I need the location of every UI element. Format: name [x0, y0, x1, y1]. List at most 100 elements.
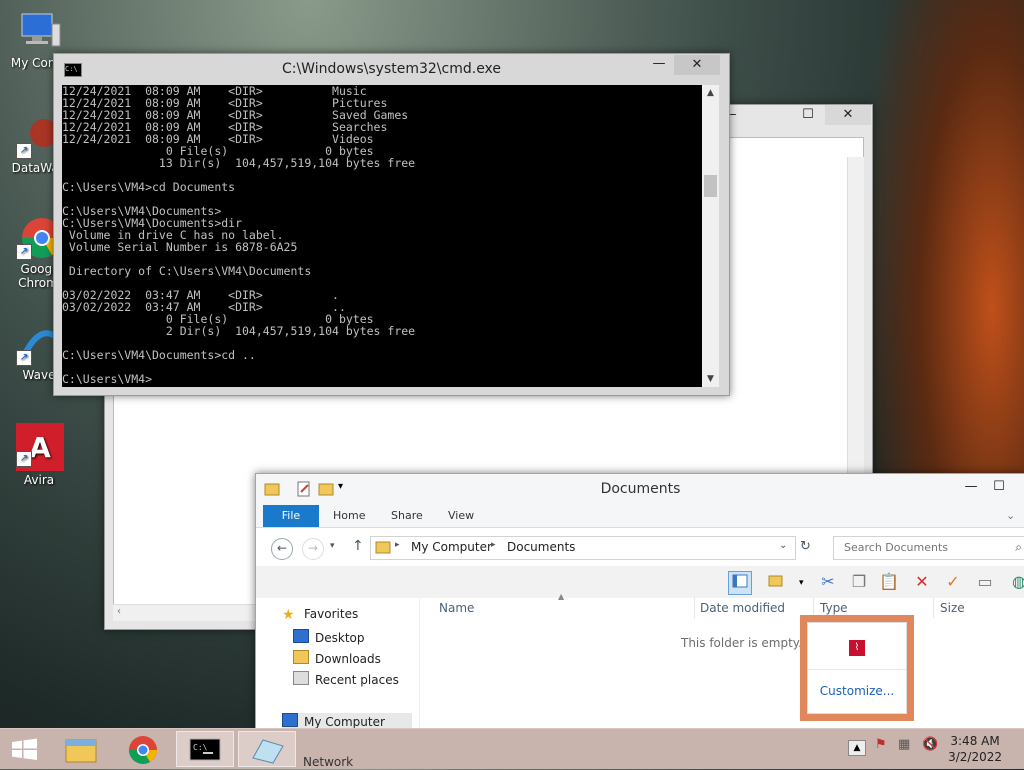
nav-desktop[interactable]: Desktop: [293, 629, 365, 645]
cmd-window[interactable]: C:\ C:\Windows\system32\cmd.exe — ✕ 12/2…: [53, 53, 730, 396]
address-dropdown-icon[interactable]: ⌄: [779, 540, 787, 551]
paste-icon[interactable]: 📋: [878, 571, 900, 593]
properties-icon[interactable]: ▭: [974, 571, 996, 593]
column-divider[interactable]: [933, 598, 934, 618]
cmd-icon: C:\: [189, 738, 221, 761]
forward-button[interactable]: →: [302, 538, 324, 560]
explorer-titlebar: ▾ Documents — ☐: [256, 474, 1024, 504]
tab-file[interactable]: File: [263, 505, 319, 527]
network-status-icon[interactable]: ▦: [898, 737, 910, 752]
tab-share[interactable]: Share: [391, 505, 423, 527]
scroll-down-icon[interactable]: ▼: [702, 371, 719, 387]
console-line: Volume Serial Number is 6878-6A25: [62, 240, 298, 254]
horizontal-scrollbar[interactable]: ‹: [113, 604, 263, 621]
file-explorer-icon: [65, 739, 97, 763]
star-icon: ★: [282, 607, 295, 623]
recent-places-icon: [293, 671, 309, 685]
minimize-button[interactable]: —: [644, 54, 674, 74]
computer-icon: [282, 713, 298, 727]
back-button[interactable]: ←: [271, 538, 293, 560]
taskbar: C:\ Network ▲ ⚑ ▦ 🔇 3:48 AM 3/2/2022: [0, 728, 1024, 769]
command-toolbar: ▾ ✂ ❐ 📋 ✕ ✓ ▭ ◍: [256, 566, 1024, 598]
ribbon-tabs: File Home Share View ⌄: [256, 504, 1024, 528]
scroll-up-icon[interactable]: ▲: [702, 85, 719, 101]
taskbar-chrome[interactable]: [114, 731, 172, 767]
nav-favorites[interactable]: ★ Favorites: [282, 607, 358, 623]
delete-icon[interactable]: ✕: [911, 571, 933, 593]
console-line: C:\Users\VM4>: [62, 372, 153, 386]
console-line: 13 Dir(s) 104,457,519,104 bytes free: [62, 156, 416, 170]
tab-view[interactable]: View: [448, 505, 474, 527]
column-name[interactable]: Name: [439, 601, 474, 615]
taskbar-cmd[interactable]: C:\: [176, 731, 234, 767]
clock-time: 3:48 AM: [950, 734, 1000, 748]
windows-logo-icon: [12, 738, 37, 760]
recent-locations-icon[interactable]: ▾: [330, 541, 335, 551]
system-clock[interactable]: 3:48 AM 3/2/2022: [948, 733, 1002, 765]
network-label: Network: [303, 755, 354, 769]
close-button[interactable]: ✕: [825, 105, 871, 125]
close-button[interactable]: ✕: [674, 55, 720, 75]
svg-text:A: A: [29, 431, 51, 464]
shortcut-arrow-icon: ↗: [16, 350, 32, 366]
nav-downloads[interactable]: Downloads: [293, 650, 381, 666]
column-divider[interactable]: [694, 598, 695, 618]
clock-date: 3/2/2022: [948, 750, 1002, 764]
tab-home[interactable]: Home: [333, 505, 365, 527]
column-date-modified[interactable]: Date modified: [700, 601, 785, 615]
shortcut-arrow-icon: ↗: [16, 451, 32, 467]
refresh-button[interactable]: ↻: [800, 539, 811, 554]
breadcrumb-my-computer[interactable]: My Computer: [411, 540, 492, 554]
customize-link[interactable]: Customize...: [808, 684, 906, 698]
console-line: Directory of C:\Users\VM4\Documents: [62, 264, 312, 278]
svg-text:C:\: C:\: [193, 743, 208, 752]
downloads-folder-icon: [293, 650, 309, 664]
search-box[interactable]: ⌕: [833, 536, 1024, 560]
avira-small-icon: ⌇: [849, 640, 865, 656]
folder-icon: [375, 539, 391, 558]
sort-ascending-icon: ▲: [558, 592, 565, 601]
column-type[interactable]: Type: [820, 601, 848, 615]
start-button[interactable]: [0, 731, 50, 767]
rename-icon[interactable]: ✓: [942, 571, 964, 593]
action-center-flag-icon[interactable]: ⚑: [875, 737, 887, 752]
shortcut-arrow-icon: ↗: [16, 244, 32, 260]
search-input[interactable]: [842, 540, 996, 555]
customize-popup-content: ⌇ Customize...: [807, 622, 907, 714]
preview-pane-icon[interactable]: [728, 571, 752, 595]
breadcrumb-documents[interactable]: Documents: [507, 540, 575, 554]
search-icon[interactable]: ⌕: [1015, 540, 1022, 555]
console-output[interactable]: 12/24/2021 08:09 AM <DIR> Music 12/24/202…: [62, 85, 702, 387]
up-button[interactable]: ↑: [352, 538, 364, 554]
divider: [808, 669, 906, 670]
console-line: C:\Users\VM4>cd Documents: [62, 180, 236, 194]
scroll-left-icon[interactable]: ‹: [117, 606, 121, 617]
monitor-icon: [16, 10, 62, 54]
nav-my-computer[interactable]: My Computer: [282, 713, 412, 729]
copy-icon[interactable]: ❐: [848, 571, 870, 593]
expand-ribbon-icon[interactable]: ⌄: [1006, 505, 1015, 527]
desktop-icon-avira[interactable]: A ↗ Avira: [0, 423, 78, 487]
address-bar[interactable]: ▸ My Computer ▸ Documents ⌄: [370, 536, 796, 560]
volume-muted-icon[interactable]: 🔇: [922, 737, 938, 752]
document-window-icon: [252, 739, 284, 764]
toolbar-dropdown-icon[interactable]: ▾: [799, 578, 804, 588]
show-hidden-icons-button[interactable]: ▲: [848, 740, 866, 756]
window-title: C:\Windows\system32\cmd.exe: [281, 61, 502, 77]
breadcrumb-separator-icon: ▸: [491, 540, 496, 550]
customize-popup[interactable]: ⌇ Customize...: [800, 615, 914, 721]
nav-recent-places[interactable]: Recent places: [293, 671, 399, 687]
cut-icon[interactable]: ✂: [817, 571, 839, 593]
scroll-thumb[interactable]: [704, 175, 717, 197]
console-scrollbar[interactable]: ▲ ▼: [702, 85, 719, 387]
globe-icon[interactable]: ◍: [1008, 571, 1024, 593]
chrome-icon: [129, 736, 157, 764]
taskbar-file-explorer[interactable]: [52, 731, 110, 767]
navigation-pane: ★ Favorites Desktop Downloads Recent plac…: [256, 598, 420, 730]
maximize-button[interactable]: ☐: [984, 477, 1014, 497]
taskbar-explorer-window[interactable]: [238, 731, 296, 767]
move-to-icon[interactable]: [766, 571, 788, 593]
maximize-button[interactable]: ☐: [793, 105, 823, 125]
column-size[interactable]: Size: [940, 601, 965, 615]
minimize-button[interactable]: —: [956, 477, 986, 497]
